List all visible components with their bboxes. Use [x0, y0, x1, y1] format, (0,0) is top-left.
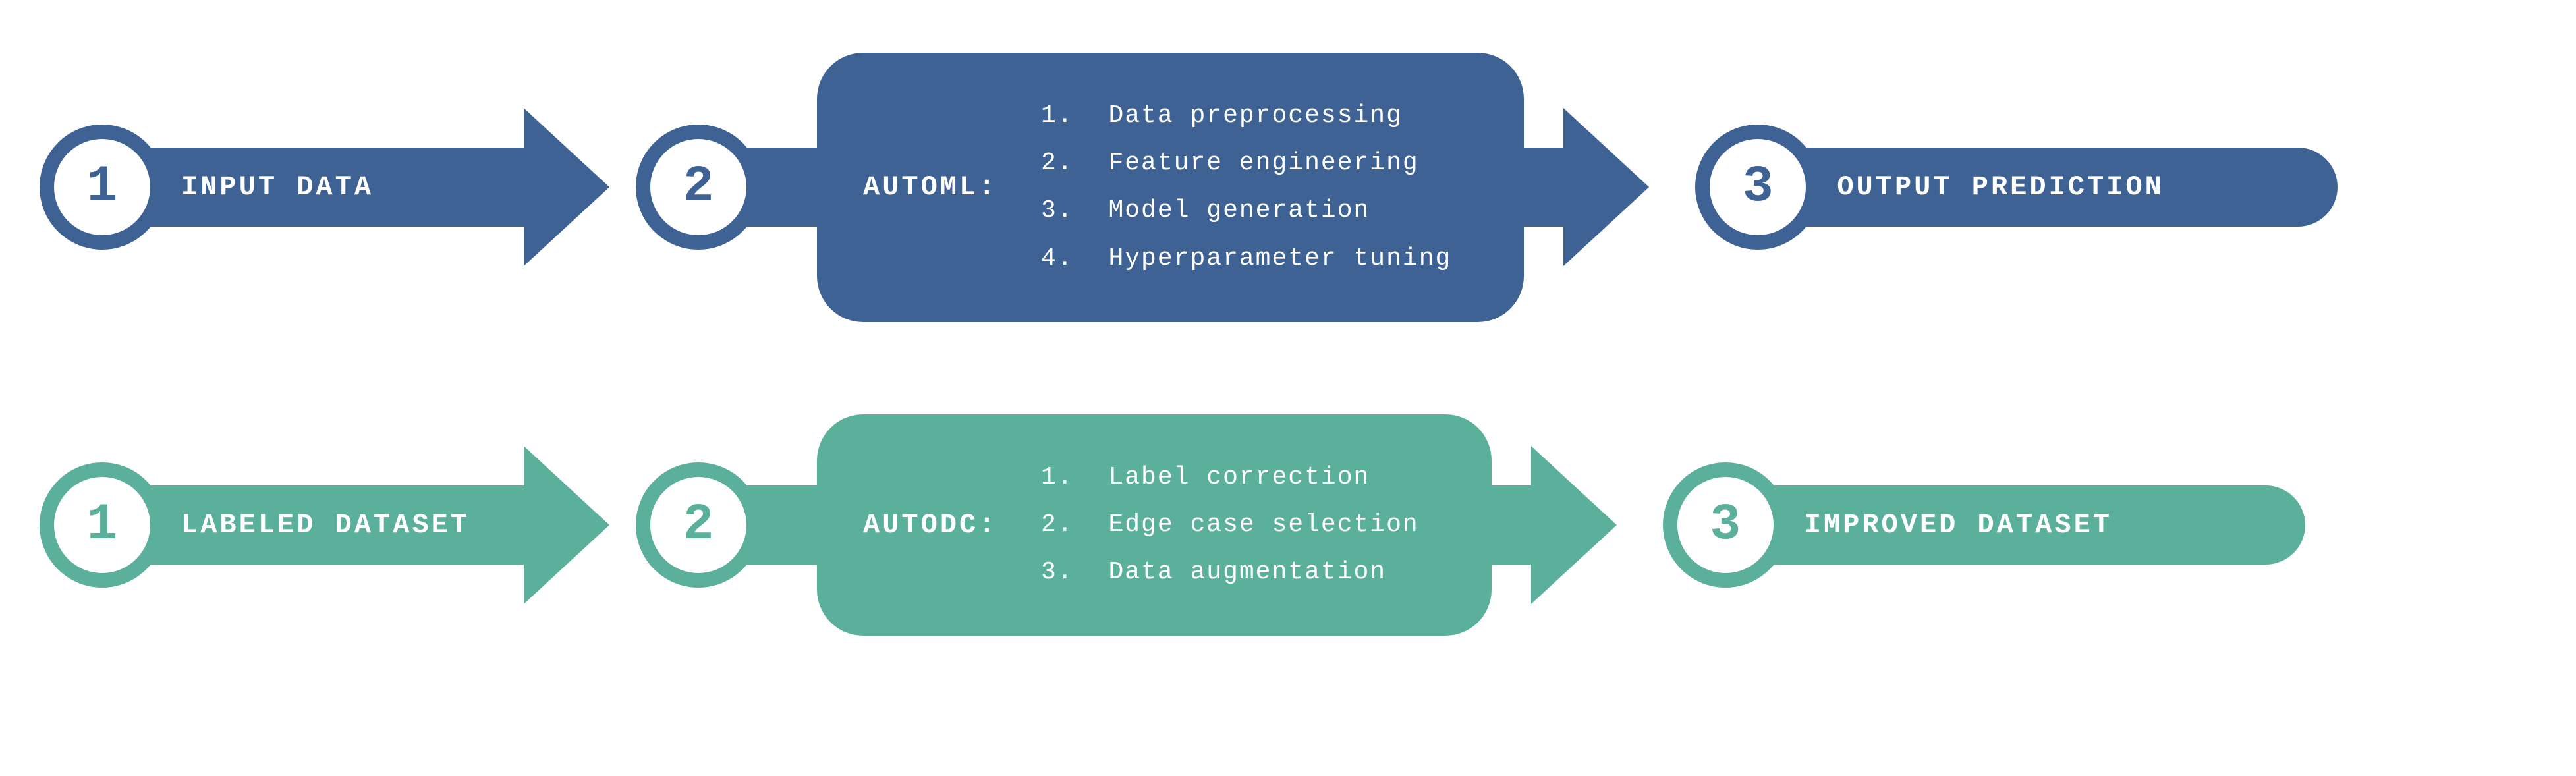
arrowhead-icon [1563, 108, 1649, 266]
step1-label: INPUT DATA [181, 171, 374, 203]
step-number: 3 [1743, 158, 1774, 216]
step2-list: Label correction Edge case selection Dat… [1057, 454, 1418, 597]
step2-title: AUTODC: [863, 509, 997, 541]
step3-bar: IMPROVED DATASET [1725, 485, 2305, 565]
step-circle-3: 3 [1695, 125, 1820, 250]
step-circle-2: 2 [636, 462, 761, 588]
step1-label: LABELED DATASET [181, 509, 470, 541]
step1-bar: LABELED DATASET [102, 485, 524, 565]
step2-title: AUTOML: [863, 171, 997, 203]
step3-label: IMPROVED DATASET [1805, 509, 2112, 541]
step-circle-2: 2 [636, 125, 761, 250]
step-number: 3 [1710, 496, 1741, 554]
step2-box: AUTODC: Label correction Edge case selec… [817, 414, 1492, 636]
step2-list-item: Hyperparameter tuning [1090, 235, 1451, 283]
arrowhead-icon [524, 108, 609, 266]
step2-list-item: Label correction [1090, 454, 1418, 501]
step3-label: OUTPUT PREDICTION [1837, 171, 2164, 203]
step2-box: AUTOML: Data preprocessing Feature engin… [817, 53, 1524, 322]
flow-row-autodc: 1 LABELED DATASET 2 AUTODC: Label correc… [40, 414, 2536, 636]
step2-list-item: Edge case selection [1090, 501, 1418, 549]
step2-list-item: Data augmentation [1090, 549, 1418, 596]
flow-row-automl: 1 INPUT DATA 2 AUTOML: Data preprocessin… [40, 53, 2536, 322]
arrowhead-icon [1531, 446, 1617, 604]
step2-list-item: Data preprocessing [1090, 92, 1451, 140]
step-number: 2 [683, 158, 714, 216]
step-number: 1 [87, 158, 118, 216]
step2-box-wrap: AUTOML: Data preprocessing Feature engin… [698, 53, 1524, 322]
step2-box-wrap: AUTODC: Label correction Edge case selec… [698, 414, 1492, 636]
step2-list-item: Model generation [1090, 187, 1451, 235]
step2-list-item: Feature engineering [1090, 140, 1451, 187]
step2-list: Data preprocessing Feature engineering M… [1057, 92, 1451, 283]
step-circle-1: 1 [40, 462, 165, 588]
step3-bar: OUTPUT PREDICTION [1758, 148, 2338, 227]
step1-bar: INPUT DATA [102, 148, 524, 227]
step-number: 2 [683, 496, 714, 554]
arrowhead-icon [524, 446, 609, 604]
step-number: 1 [87, 496, 118, 554]
step-circle-3: 3 [1663, 462, 1788, 588]
step-circle-1: 1 [40, 125, 165, 250]
